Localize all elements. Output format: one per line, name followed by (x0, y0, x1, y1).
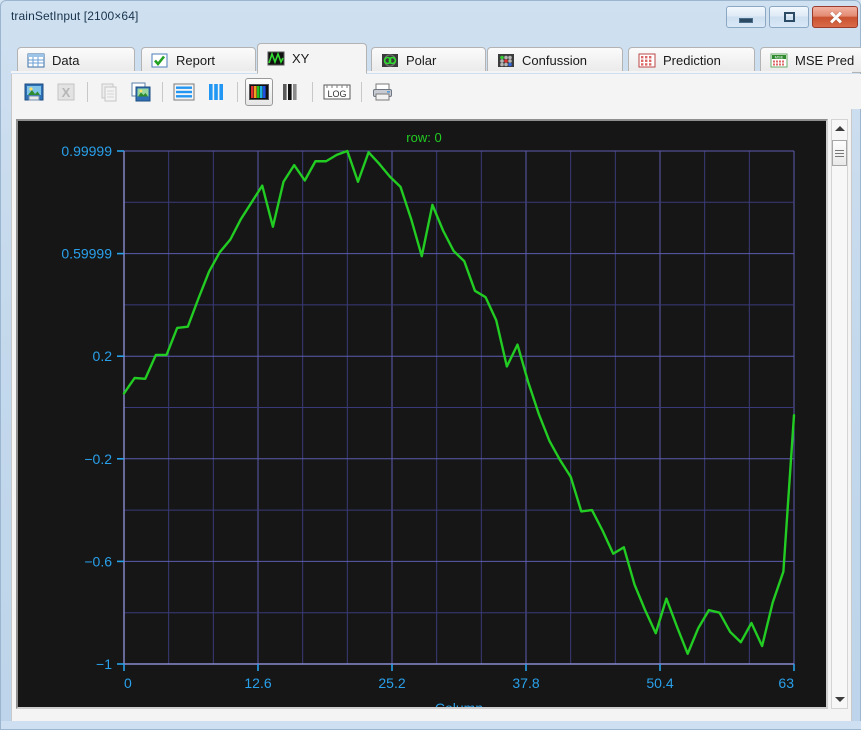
maximize-icon (783, 12, 795, 22)
svg-text:12.6: 12.6 (244, 675, 271, 691)
x-axis-title: Column (435, 700, 483, 707)
grip-line (835, 152, 844, 154)
title-bar: trainSetInput [2100×64] (1, 1, 861, 35)
close-icon (829, 11, 842, 24)
chart-title: row: 0 (406, 130, 441, 145)
svg-text:−0.6: −0.6 (84, 553, 112, 569)
vertical-lines-button[interactable] (202, 78, 230, 106)
toolbar-separator (361, 81, 362, 102)
printer-icon (373, 83, 392, 100)
gray-bars-icon (283, 83, 297, 100)
scroll-down-button[interactable] (832, 691, 847, 708)
confusion-icon (497, 52, 515, 69)
horizontal-lines-icon (173, 83, 195, 100)
main-window: trainSetInput [2100×64] Data Report XY P… (0, 0, 861, 730)
scroll-up-button[interactable] (832, 120, 847, 137)
grip-line (835, 149, 844, 151)
tab-confussion[interactable]: Confussion (487, 47, 623, 73)
chevron-up-icon (834, 126, 845, 131)
chart-panel: 0.99999 0.59999 0.2 −0.2 −0.6 −1 0 12.6 25.2 37.8… (11, 109, 852, 723)
toolbar-separator (162, 81, 163, 102)
table-icon (27, 52, 45, 69)
vertical-lines-icon (209, 83, 223, 100)
svg-text:0.99999: 0.99999 (61, 143, 112, 159)
tab-label: Report (176, 52, 216, 68)
toolbar-separator (312, 81, 313, 102)
tab-label: MSE Pred (795, 52, 855, 68)
svg-text:0: 0 (124, 675, 132, 691)
svg-text:63: 63 (778, 675, 794, 691)
tab-strip: Data Report XY Polar Confussion Predicti… (11, 43, 861, 74)
minimize-icon (739, 17, 753, 23)
copy-button[interactable] (95, 78, 123, 106)
chevron-down-icon (834, 697, 845, 702)
checkmark-icon (151, 52, 169, 69)
tab-label: Confussion (522, 52, 588, 68)
tab-label: Data (52, 52, 80, 68)
polar-icon (381, 52, 399, 69)
svg-text:0.59999: 0.59999 (61, 246, 112, 262)
tab-xy[interactable]: XY (257, 43, 367, 74)
tab-label: Prediction (663, 52, 721, 68)
window-controls (726, 6, 858, 28)
tab-data[interactable]: Data (17, 47, 135, 73)
horizontal-lines-button[interactable] (170, 78, 198, 106)
svg-text:0.2: 0.2 (93, 348, 113, 364)
log-icon: LOG (323, 84, 351, 99)
window-title: trainSetInput [2100×64] (11, 9, 139, 23)
gray-bars-button[interactable] (277, 78, 305, 106)
toolbar-separator (87, 81, 88, 102)
svg-text:X: X (62, 85, 71, 100)
waveform-icon (267, 50, 285, 67)
grip-line (835, 155, 844, 157)
tab-label: XY (292, 51, 310, 66)
prediction-icon (638, 52, 656, 69)
log-label: LOG (327, 89, 346, 99)
svg-text:−0.2: −0.2 (84, 451, 112, 467)
mse-icon: MSE (770, 52, 788, 69)
save-image-button[interactable] (20, 78, 48, 106)
tab-mse-pred[interactable]: MSE MSE Pred (760, 47, 861, 73)
copy-image-button[interactable] (127, 78, 155, 106)
copy-icon (101, 83, 117, 101)
plot-frame[interactable]: 0.99999 0.59999 0.2 −0.2 −0.6 −1 0 12.6 25.2 37.8… (16, 119, 828, 709)
copy-image-icon (131, 82, 151, 101)
maximize-button[interactable] (769, 6, 809, 28)
tab-report[interactable]: Report (141, 47, 256, 73)
svg-text:50.4: 50.4 (646, 675, 673, 691)
excel-icon: X (57, 83, 75, 100)
toolbar: X LOG (11, 74, 861, 109)
color-bars-icon (249, 83, 269, 100)
svg-text:25.2: 25.2 (378, 675, 405, 691)
print-button[interactable] (369, 78, 397, 106)
minimize-button[interactable] (726, 6, 766, 28)
svg-text:MSE: MSE (775, 54, 784, 59)
vertical-scrollbar[interactable] (831, 119, 848, 709)
save-image-icon (24, 83, 44, 100)
color-bars-button[interactable] (245, 77, 273, 106)
svg-text:37.8: 37.8 (512, 675, 539, 691)
close-button[interactable] (812, 6, 858, 28)
tab-prediction[interactable]: Prediction (628, 47, 755, 73)
tab-label: Polar (406, 52, 437, 68)
window-bottom-edge (1, 721, 861, 729)
xy-plot[interactable]: 0.99999 0.59999 0.2 −0.2 −0.6 −1 0 12.6 25.2 37.8… (18, 121, 826, 707)
svg-text:−1: −1 (96, 656, 112, 672)
tab-polar[interactable]: Polar (371, 47, 486, 73)
export-excel-button[interactable]: X (52, 78, 80, 106)
log-scale-button[interactable]: LOG (320, 78, 354, 106)
toolbar-separator (237, 81, 238, 102)
scroll-thumb[interactable] (832, 140, 847, 166)
